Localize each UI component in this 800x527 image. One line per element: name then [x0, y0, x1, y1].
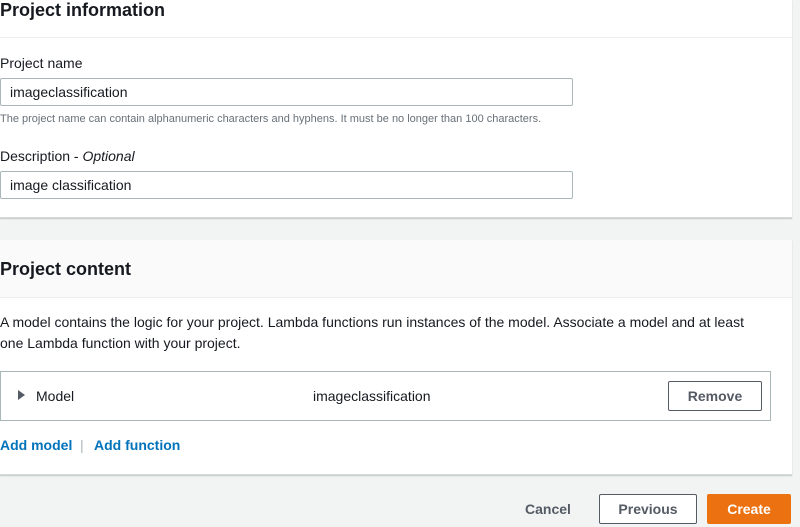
model-name: imageclassification [313, 388, 431, 404]
project-content-description: A model contains the logic for your proj… [0, 314, 744, 351]
project-information-card: Project information Project name imagecl… [0, 0, 792, 218]
add-function-link[interactable]: Add function [94, 437, 180, 453]
cancel-button[interactable]: Cancel [516, 494, 580, 524]
remove-button[interactable]: Remove [668, 381, 762, 411]
project-name-input[interactable]: imageclassification [0, 78, 573, 106]
project-content-header: Project content [0, 240, 792, 298]
create-project-page: Project information Project name imagecl… [0, 0, 800, 527]
project-name-hint: The project name can contain alphanumeri… [0, 113, 542, 125]
description-label: Description - Optional [0, 148, 135, 164]
caret-right-icon[interactable] [18, 390, 25, 400]
project-information-header: Project information [0, 0, 792, 38]
link-separator: | [80, 437, 84, 453]
project-content-card: Project content A model contains the log… [0, 240, 792, 475]
description-label-text: Description - [0, 148, 83, 164]
model-label[interactable]: Model [36, 388, 74, 404]
description-input[interactable]: image classification [0, 171, 573, 199]
add-model-link[interactable]: Add model [0, 437, 72, 453]
description-optional-text: Optional [82, 148, 135, 164]
model-row: Model imageclassification Remove [0, 371, 771, 421]
project-content-title: Project content [0, 259, 132, 279]
project-information-title: Project information [0, 0, 166, 20]
previous-button[interactable]: Previous [599, 494, 697, 524]
create-button[interactable]: Create [707, 494, 791, 524]
project-name-label: Project name [0, 55, 83, 71]
